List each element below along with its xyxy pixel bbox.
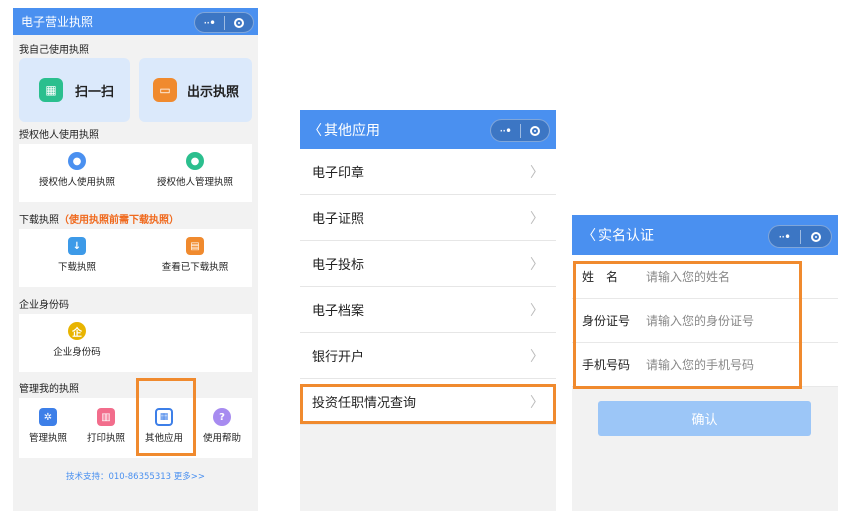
section-title-download: 下载执照（使用执照前需下载执照） <box>19 211 179 226</box>
page-title: 电子营业执照 <box>21 15 94 29</box>
show-license-button[interactable]: ▭ 出示执照 <box>139 58 252 122</box>
back-button[interactable]: 〈其他应用 <box>308 110 380 149</box>
download-card: ↓ 下载执照 ▤ 查看已下载执照 <box>19 229 252 287</box>
enterprise-id-button[interactable]: 企 企业身份码 <box>29 322 125 358</box>
list-item-e-certificate[interactable]: 电子证照 〉 <box>300 195 556 241</box>
highlight-auth-form <box>573 261 802 389</box>
more-menu-button[interactable]: ··• <box>769 230 800 244</box>
close-target-icon <box>529 125 540 136</box>
print-license-button[interactable]: ▥ 打印执照 <box>77 408 135 444</box>
gears-icon: ✲ <box>39 408 57 426</box>
close-button[interactable] <box>801 231 832 242</box>
authorize-manage-button[interactable]: ● 授权他人管理执照 <box>147 152 243 188</box>
enterprise-id-card: 企 企业身份码 <box>19 314 252 372</box>
chevron-right-icon: 〉 <box>530 256 544 273</box>
chevron-right-icon: 〉 <box>530 348 544 365</box>
enterprise-id-label: 企业身份码 <box>53 347 101 358</box>
download-icon: ↓ <box>68 237 86 255</box>
section-title-own: 我自己使用执照 <box>19 45 89 56</box>
scan-button[interactable]: ▦ 扫一扫 <box>19 58 130 122</box>
chevron-right-icon: 〉 <box>530 164 544 181</box>
download-label: 下载执照 <box>57 262 96 273</box>
authorize-use-button[interactable]: ● 授权他人使用执照 <box>29 152 125 188</box>
mini-program-capsule: ··• <box>768 225 832 248</box>
manage-label: 管理执照 <box>28 433 67 444</box>
support-info[interactable]: 技术支持：010-86355313 更多>> <box>13 470 258 482</box>
highlight-other-apps <box>136 378 196 456</box>
manage-license-button[interactable]: ✲ 管理执照 <box>19 408 77 444</box>
section-title-manage: 管理我的执照 <box>19 384 79 395</box>
close-target-icon <box>810 231 821 242</box>
qr-scan-icon: ▦ <box>39 78 63 102</box>
screen-other-apps: 〈其他应用 ··• 电子印章〉 电子证照〉 电子投标〉 电子档案〉 银行开户〉 … <box>300 110 556 511</box>
authorize-card: ● 授权他人使用执照 ● 授权他人管理执照 <box>19 144 252 202</box>
show-license-label: 出示执照 <box>187 84 240 100</box>
authorize-use-label: 授权他人使用执照 <box>38 177 115 188</box>
list-item-label: 电子证照 <box>312 212 365 227</box>
close-target-icon <box>233 17 244 28</box>
list-item-label: 电子印章 <box>312 166 365 181</box>
list-item-e-bidding[interactable]: 电子投标 〉 <box>300 241 556 287</box>
list-item-e-seal[interactable]: 电子印章 〉 <box>300 149 556 195</box>
scan-label: 扫一扫 <box>75 84 115 100</box>
back-button[interactable]: 〈实名认证 <box>582 215 654 255</box>
nav-bar: 电子营业执照 ··• <box>13 8 258 35</box>
view-downloaded-button[interactable]: ▤ 查看已下载执照 <box>147 237 243 273</box>
more-menu-button[interactable]: ··• <box>195 16 224 30</box>
back-chevron-icon: 〈 <box>308 122 322 139</box>
authorize-manage-label: 授权他人管理执照 <box>156 177 233 188</box>
back-chevron-icon: 〈 <box>582 228 596 244</box>
section-title-authorize: 授权他人使用执照 <box>19 130 99 141</box>
help-button[interactable]: ? 使用帮助 <box>193 408 251 444</box>
enterprise-shield-icon: 企 <box>68 322 86 340</box>
download-section-label: 下载执照 <box>19 215 59 226</box>
mini-program-capsule: ··• <box>490 119 550 142</box>
download-section-note: （使用执照前需下载执照） <box>59 215 179 226</box>
list-item-label: 电子投标 <box>312 258 365 273</box>
help-label: 使用帮助 <box>202 433 241 444</box>
highlight-investment-query <box>300 384 556 424</box>
person-settings-icon: ● <box>186 152 204 170</box>
printer-icon: ▥ <box>97 408 115 426</box>
nav-bar: 〈其他应用 ··• <box>300 110 556 149</box>
more-menu-button[interactable]: ··• <box>491 124 520 138</box>
list-item-label: 银行开户 <box>312 350 365 365</box>
chevron-right-icon: 〉 <box>530 302 544 319</box>
more-dots-icon: ··• <box>778 229 791 244</box>
help-question-icon: ? <box>213 408 231 426</box>
close-button[interactable] <box>225 17 254 28</box>
download-license-button[interactable]: ↓ 下载执照 <box>29 237 125 273</box>
section-title-enterprise-id: 企业身份码 <box>19 300 69 311</box>
list-item-e-archive[interactable]: 电子档案 〉 <box>300 287 556 333</box>
close-button[interactable] <box>521 125 550 136</box>
list-item-label: 电子档案 <box>312 304 365 319</box>
page-title: 实名认证 <box>598 228 654 244</box>
more-dots-icon: ··• <box>499 123 512 138</box>
mini-program-capsule: ··• <box>194 12 254 33</box>
screen-license-home: 电子营业执照 ··• 我自己使用执照 ▦ 扫一扫 ▭ 出示执照 授权他人使用执照… <box>13 8 258 511</box>
print-label: 打印执照 <box>86 433 125 444</box>
chevron-right-icon: 〉 <box>530 210 544 227</box>
screen-real-name-auth: 〈实名认证 ··• 姓 名 身份证号 手机号码 确认 <box>572 215 838 511</box>
license-card-icon: ▭ <box>153 78 177 102</box>
more-dots-icon: ··• <box>203 15 216 30</box>
view-downloaded-label: 查看已下载执照 <box>161 262 229 273</box>
page-title: 其他应用 <box>324 122 380 139</box>
document-icon: ▤ <box>186 237 204 255</box>
list-item-bank-account[interactable]: 银行开户 〉 <box>300 333 556 379</box>
confirm-button[interactable]: 确认 <box>598 401 811 436</box>
person-icon: ● <box>68 152 86 170</box>
nav-bar: 〈实名认证 ··• <box>572 215 838 255</box>
